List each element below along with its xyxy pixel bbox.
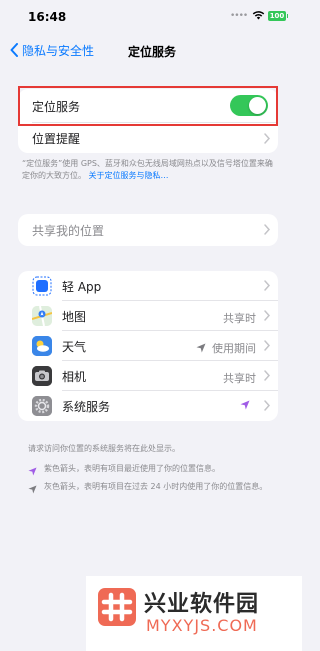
permission-value [240,400,256,410]
chevron-right-icon [264,280,270,291]
location-footnote: “定位服务”使用 GPS、蓝牙和众包无线局域网热点以及信号塔位置来确定你的大致方… [22,158,280,182]
permission-value-text: 使用期间 [212,342,256,355]
share-group: 共享我的位置 [18,214,278,246]
chevron-right-icon [264,133,270,144]
battery-icon: 100 [268,11,288,21]
location-arrow-purple-icon [28,467,37,476]
arrow-legend: 紫色箭头，表明有项目最近使用了你的位置信息。 灰色箭头，表明有项目在过去 24 … [26,463,278,499]
app-row-clip[interactable]: 轻 App [18,271,278,301]
watermark-domain: MYXYJS.COM [146,616,258,635]
legend-purple: 紫色箭头，表明有项目最近使用了你的位置信息。 [26,463,278,476]
chevron-right-icon [264,224,270,235]
watermark-logo-icon [98,588,136,626]
highlight-box [18,86,278,126]
chevron-left-icon [10,43,18,57]
share-location-row[interactable]: 共享我的位置 [18,214,278,246]
wifi-icon [252,11,265,20]
app-label: 天气 [62,339,87,354]
permission-value: 共享时 [223,312,256,325]
chevron-right-icon [264,340,270,351]
permission-value: 使用期间 [196,340,256,356]
location-arrow-gray-icon [28,485,37,494]
location-arrow-gray-icon [196,343,206,353]
app-label: 相机 [62,369,87,384]
location-alerts-label: 位置提醒 [32,131,81,146]
watermark: 兴业软件园 MYXYJS.COM [86,576,302,651]
signal-dots-icon: •••• [230,11,248,21]
legend-gray: 灰色箭头，表明有项目在过去 24 小时内使用了你的位置信息。 [26,481,278,494]
permission-value: 共享时 [223,372,256,385]
status-time: 16:48 [28,10,67,24]
app-label: 地图 [62,309,87,324]
app-label: 系统服务 [62,399,111,414]
location-alerts-row[interactable]: 位置提醒 [18,123,278,153]
navigation-bar: 隐私与安全性 定位服务 [0,34,302,66]
app-row-camera[interactable]: 相机 共享时 [18,361,278,391]
app-row-maps[interactable]: 地图 共享时 [18,301,278,331]
chevron-right-icon [264,370,270,381]
chevron-right-icon [264,400,270,411]
legend-text: 灰色箭头，表明有项目在过去 24 小时内使用了你的位置信息。 [44,482,268,491]
app-row-system-services[interactable]: 系统服务 [18,391,278,421]
back-label: 隐私与安全性 [22,43,95,58]
page-title: 定位服务 [128,45,177,59]
privacy-link[interactable]: 关于定位服务与隐私… [89,171,169,180]
camera-icon [32,366,52,386]
apps-group: 轻 App 地图 共享时 天气 使用期间 相机 共享时 系统服务 [18,271,278,421]
legend-text: 紫色箭头，表明有项目最近使用了你的位置信息。 [44,464,220,473]
status-bar: 16:48 •••• 100 [0,0,302,34]
maps-icon [31,305,53,327]
back-button[interactable]: 隐私与安全性 [10,39,94,61]
app-label: 轻 App [62,279,102,294]
app-row-weather[interactable]: 天气 使用期间 [18,331,278,361]
clip-app-icon [32,276,52,296]
weather-icon [32,336,52,356]
chevron-right-icon [264,310,270,321]
system-services-footnote: 请求访问你位置的系统服务将在此处显示。 [28,444,180,453]
gear-icon [32,396,52,416]
watermark-name: 兴业软件园 [144,592,260,617]
share-location-label: 共享我的位置 [32,223,105,238]
location-arrow-purple-icon [240,400,250,410]
